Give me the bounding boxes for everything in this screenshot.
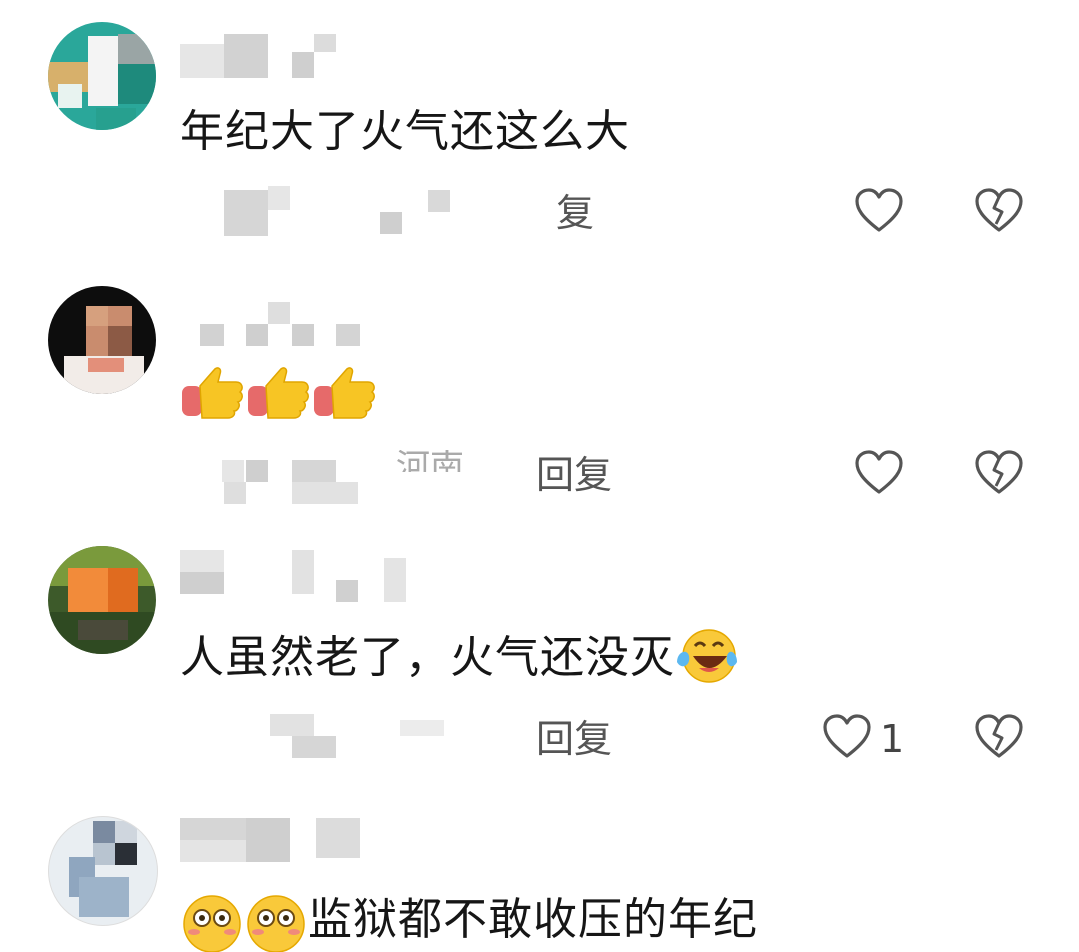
avatar[interactable] bbox=[48, 286, 156, 394]
like-count: 1 bbox=[880, 717, 905, 761]
broken-heart-icon[interactable] bbox=[974, 450, 1024, 496]
thumbs-up-emoji bbox=[182, 367, 243, 419]
heart-outline-icon[interactable] bbox=[854, 188, 904, 234]
avatar[interactable] bbox=[48, 22, 156, 130]
reply-button[interactable]: 复 bbox=[556, 190, 594, 236]
smiling-face-emoji bbox=[183, 895, 241, 952]
meta-blurred bbox=[224, 186, 554, 236]
meta-blurred bbox=[180, 456, 380, 506]
comment-text bbox=[180, 362, 378, 422]
comment-item: 年纪大了火气还这么大 复 bbox=[0, 0, 1079, 260]
username-blurred[interactable] bbox=[180, 34, 340, 78]
comment-item: 河南 回复 bbox=[0, 270, 1079, 530]
heart-outline-icon[interactable] bbox=[854, 450, 904, 496]
username-blurred[interactable] bbox=[200, 298, 370, 348]
username-blurred[interactable] bbox=[180, 818, 360, 868]
thumbs-up-emoji bbox=[248, 367, 309, 419]
avatar[interactable] bbox=[48, 816, 158, 926]
broken-heart-icon[interactable] bbox=[974, 188, 1024, 234]
comment-item: 人虽然老了，火气还没灭 回复 1 bbox=[0, 540, 1079, 810]
comment-text: 监狱都不敢收压的年纪 bbox=[180, 892, 758, 952]
heart-outline-icon[interactable] bbox=[822, 714, 872, 760]
reply-button[interactable]: 回复 bbox=[536, 716, 612, 762]
smiling-face-emoji bbox=[247, 895, 305, 952]
broken-heart-icon[interactable] bbox=[974, 714, 1024, 760]
thumbs-up-emoji bbox=[314, 367, 375, 419]
username-blurred[interactable] bbox=[180, 550, 420, 602]
comment-text: 年纪大了火气还这么大 bbox=[180, 106, 630, 157]
location-label: 河南 bbox=[396, 450, 464, 472]
reply-button[interactable]: 回复 bbox=[536, 452, 612, 498]
comment-text: 人虽然老了，火气还没灭 bbox=[180, 629, 739, 686]
laughing-crying-emoji bbox=[677, 629, 737, 683]
comment-item: 监狱都不敢收压的年纪 bbox=[0, 810, 1079, 952]
meta-blurred bbox=[180, 710, 460, 760]
avatar[interactable] bbox=[48, 546, 156, 654]
